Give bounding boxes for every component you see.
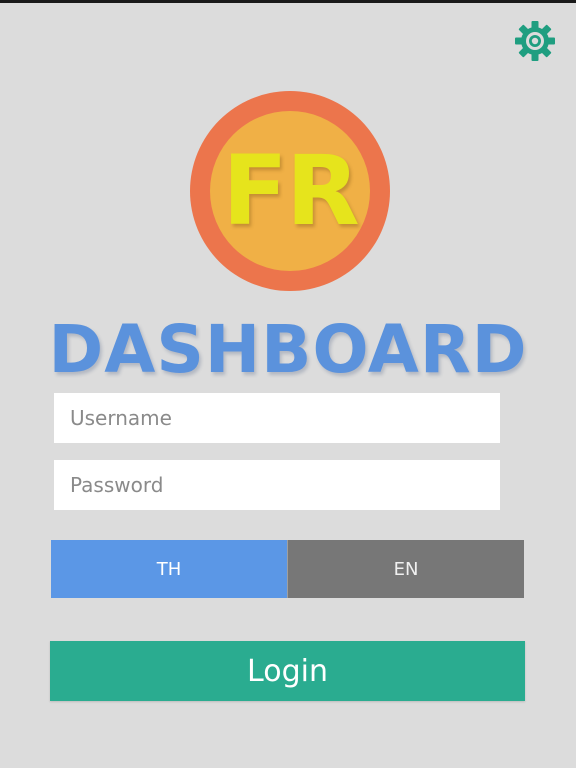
- login-button[interactable]: Login: [50, 641, 525, 701]
- username-input[interactable]: [54, 393, 500, 443]
- settings-button[interactable]: [513, 19, 557, 63]
- app-title: DASHBOARD: [48, 311, 528, 388]
- password-input[interactable]: [54, 460, 500, 510]
- language-th-button[interactable]: TH: [51, 540, 287, 598]
- language-toggle: TH EN: [51, 540, 524, 598]
- app-logo: FR: [190, 91, 390, 291]
- language-en-button[interactable]: EN: [287, 540, 524, 598]
- gear-icon: [515, 21, 555, 61]
- logo-text: FR: [222, 135, 360, 247]
- login-screen: FR DASHBOARD TH EN Login: [0, 0, 576, 768]
- status-bar: [0, 0, 576, 3]
